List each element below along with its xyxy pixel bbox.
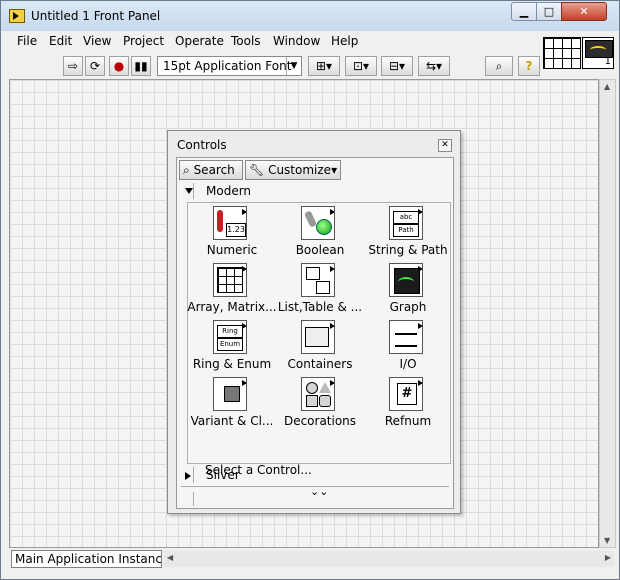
- palette-item-ring-enum[interactable]: Ring Enum Ring & Enum: [188, 317, 276, 374]
- font-select-value: 15pt Application Font: [163, 59, 292, 73]
- palette-item-string-path[interactable]: abc Path String & Path: [364, 203, 452, 260]
- palette-close-icon[interactable]: ✕: [438, 139, 452, 152]
- menu-file[interactable]: File: [17, 34, 37, 48]
- resize-objects-icon[interactable]: ⊟▾: [381, 56, 413, 76]
- string-path-icon: abc Path: [389, 206, 423, 240]
- labview-front-panel-window: Untitled 1 Front Panel ▁ □ ✕ File Edit V…: [0, 0, 620, 580]
- scroll-up-icon[interactable]: ▲: [604, 82, 610, 91]
- palette-search-button[interactable]: ⌕ Search: [179, 160, 243, 180]
- font-select-arrow-icon: ▼: [286, 57, 301, 75]
- wrench-icon: 🔧︎: [249, 163, 265, 177]
- menu-help[interactable]: Help: [331, 34, 358, 48]
- run-arrow-icon[interactable]: ⇨: [63, 56, 83, 76]
- palette-item-label: Boolean: [295, 243, 345, 257]
- controls-palette[interactable]: Controls ✕ ⌕ Search 🔧︎ Customize▾ Modern: [167, 130, 461, 514]
- palette-body: ⌕ Search 🔧︎ Customize▾ Modern 1.23 Numer…: [176, 157, 454, 509]
- menu-view[interactable]: View: [83, 34, 111, 48]
- menu-edit[interactable]: Edit: [49, 34, 72, 48]
- vi-icon[interactable]: 1: [582, 37, 614, 69]
- palette-search-label: Search: [193, 163, 235, 177]
- maximize-button[interactable]: □: [536, 2, 562, 21]
- palette-item-label: Array, Matrix...: [187, 300, 277, 314]
- pause-icon[interactable]: ▮▮: [131, 56, 151, 76]
- variant-class-icon: [213, 377, 247, 411]
- menu-operate[interactable]: Operate: [175, 34, 224, 48]
- toolbar: ⇨ ⟳ ● ▮▮ 15pt Application Font ▼ ⊞▾ ⊡▾ ⊟…: [9, 53, 543, 79]
- palette-item-label: Graph: [389, 300, 427, 314]
- search-icon: ⌕: [183, 163, 190, 177]
- ring-enum-icon: Ring Enum: [213, 320, 247, 354]
- scroll-right-icon[interactable]: ▶: [605, 553, 611, 562]
- status-bar: Main Application Instance ◀ ▶: [9, 549, 615, 569]
- application-instance[interactable]: Main Application Instance: [11, 550, 162, 568]
- io-icon: [389, 320, 423, 354]
- connector-pane[interactable]: [543, 37, 581, 69]
- palette-item-label: Refnum: [384, 414, 432, 428]
- section-modern[interactable]: Modern: [181, 183, 451, 200]
- refnum-icon: #: [389, 377, 423, 411]
- graph-icon: [389, 263, 423, 297]
- vertical-scrollbar[interactable]: ▲ ▼: [599, 79, 616, 548]
- chevron-down-icon: ▾: [331, 163, 338, 177]
- list-table-icon: [301, 263, 335, 297]
- labview-app-icon[interactable]: [9, 9, 25, 23]
- palette-item-refnum[interactable]: # Refnum: [364, 374, 452, 431]
- palette-item-decorations[interactable]: Decorations: [276, 374, 364, 431]
- run-continuously-icon[interactable]: ⟳: [85, 56, 105, 76]
- palette-item-label: I/O: [399, 357, 417, 371]
- reorder-icon[interactable]: ⇆▾: [418, 56, 450, 76]
- palette-item-io[interactable]: I/O: [364, 317, 452, 374]
- horizontal-scrollbar[interactable]: ◀ ▶: [164, 551, 614, 567]
- palette-item-label: Containers: [287, 357, 353, 371]
- section-separator: [193, 492, 194, 506]
- search-icon[interactable]: ⌕: [485, 56, 513, 76]
- distribute-objects-icon[interactable]: ⊡▾: [345, 56, 377, 76]
- section-modern-label: Modern: [206, 184, 252, 198]
- palette-item-label: String & Path: [368, 243, 448, 257]
- containers-icon: [301, 320, 335, 354]
- close-button[interactable]: ✕: [561, 2, 607, 21]
- scroll-down-icon[interactable]: ▼: [604, 536, 610, 545]
- section-separator: [193, 183, 194, 199]
- context-help-icon[interactable]: ?: [518, 56, 540, 76]
- menu-window[interactable]: Window: [273, 34, 320, 48]
- palette-item-containers[interactable]: Containers: [276, 317, 364, 374]
- palette-item-variant-class[interactable]: Variant & Cl...: [188, 374, 276, 431]
- window-title: Untitled 1 Front Panel: [31, 9, 161, 23]
- palette-customize-label: Customize: [268, 163, 332, 177]
- palette-title: Controls: [177, 138, 227, 152]
- palette-item-boolean[interactable]: Boolean: [276, 203, 364, 260]
- abort-icon[interactable]: ●: [109, 56, 129, 76]
- palette-item-label: Variant & Cl...: [190, 414, 274, 428]
- palette-item-label: Ring & Enum: [192, 357, 272, 371]
- palette-item-graph[interactable]: Graph: [364, 260, 452, 317]
- vi-icon-number: 1: [604, 56, 611, 67]
- boolean-icon: [301, 206, 335, 240]
- minimize-button[interactable]: ▁: [511, 2, 537, 21]
- menu-project[interactable]: Project: [123, 34, 164, 48]
- decorations-icon: [301, 377, 335, 411]
- align-objects-icon[interactable]: ⊞▾: [308, 56, 340, 76]
- modern-controls-grid: 1.23 Numeric Boolean abc Path String & P…: [187, 202, 451, 464]
- palette-item-label: Numeric: [206, 243, 258, 257]
- expand-more-icon[interactable]: ⌄⌄: [310, 485, 328, 498]
- menu-tools[interactable]: Tools: [231, 34, 261, 48]
- array-matrix-icon: [213, 263, 247, 297]
- section-separator: [193, 467, 194, 483]
- title-bar[interactable]: Untitled 1 Front Panel ▁ □ ✕: [1, 1, 619, 31]
- expand-down-icon: [185, 188, 193, 194]
- palette-customize-button[interactable]: 🔧︎ Customize▾: [245, 160, 341, 180]
- menu-bar: File Edit View Project Operate Tools Win…: [9, 31, 543, 51]
- palette-item-numeric[interactable]: 1.23 Numeric: [188, 203, 276, 260]
- numeric-icon: 1.23: [213, 206, 247, 240]
- expand-right-icon: [185, 472, 191, 480]
- scroll-left-icon[interactable]: ◀: [167, 553, 173, 562]
- palette-item-label: Decorations: [283, 414, 357, 428]
- palette-item-list-table[interactable]: List,Table & ...: [276, 260, 364, 317]
- palette-item-label: List,Table & ...: [277, 300, 363, 314]
- palette-item-array-matrix[interactable]: Array, Matrix...: [187, 260, 277, 317]
- select-a-control-item[interactable]: Select a Control...: [205, 463, 312, 477]
- font-select[interactable]: 15pt Application Font ▼: [157, 56, 302, 76]
